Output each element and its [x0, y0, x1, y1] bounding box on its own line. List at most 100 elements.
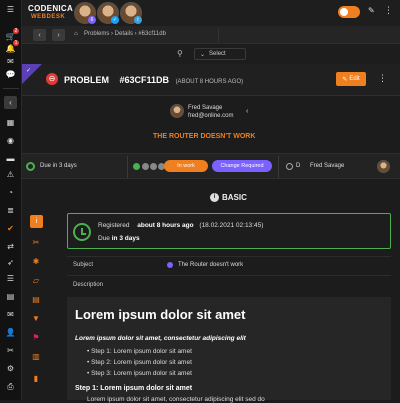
- due-value: in 3 days: [111, 235, 140, 242]
- chevron-down-icon: ⌄: [200, 51, 206, 58]
- progress-dot: [133, 163, 140, 170]
- divider: [127, 156, 128, 178]
- assignee-email: fred@online.com: [188, 113, 234, 119]
- print-icon[interactable]: ⎙: [4, 380, 17, 393]
- filter-tab-icon[interactable]: ▼: [30, 312, 42, 324]
- assignee-name: Fred Savage: [188, 105, 223, 111]
- status-label: In work: [177, 163, 195, 169]
- pin-icon: ⌂: [74, 31, 78, 37]
- status-row: Due in 3 days In work Change Required D …: [22, 153, 400, 179]
- bell-badge: 1: [13, 40, 19, 46]
- divider: [278, 156, 279, 178]
- transfer-icon[interactable]: ⇄: [4, 240, 17, 253]
- building-icon[interactable]: ▦: [4, 116, 17, 129]
- due-clock-icon: [26, 162, 35, 171]
- chevron-left-icon[interactable]: ‹: [246, 108, 248, 115]
- info-tab-icon[interactable]: i: [30, 215, 43, 228]
- back-button[interactable]: ‹: [33, 29, 46, 41]
- avatar: [170, 104, 184, 118]
- divider: [67, 275, 391, 276]
- clock-icon: [73, 223, 91, 241]
- progress-dot: [150, 163, 157, 170]
- chat-icon[interactable]: 💬: [4, 68, 17, 81]
- registered-ago: about 8 hours ago: [137, 222, 194, 229]
- status-badge[interactable]: In work: [164, 160, 208, 172]
- no-entry-icon: ⊖: [46, 73, 58, 85]
- page-title: PROBLEM #63CF11DB (ABOUT 8 HOURS AGO): [64, 75, 243, 85]
- flag-tab-icon[interactable]: ⚑: [30, 331, 42, 343]
- forward-button[interactable]: ›: [52, 29, 65, 41]
- description-step: • Step 2: Lorem ipsum dolor sit amet: [87, 359, 192, 366]
- top-bar: CODENICA WEBDESK 6 ✓ t ✎ ⋮: [22, 0, 400, 26]
- user-icon[interactable]: 👤: [4, 326, 17, 339]
- description-step: • Step 3: Lorem ipsum dolor sit amet: [87, 370, 192, 377]
- folder-icon[interactable]: ▬: [4, 152, 17, 165]
- problem-header: ✓ ⊖ PROBLEM #63CF11DB (ABOUT 8 HOURS AGO…: [22, 64, 400, 96]
- left-rail: ☰ 🛒 2 🔔 1 ✉ 💬 ‹ ▦ ◉ ▬ ⚠ ◔ ≣ ✔ ⇄ ➶ ☰ ▤ ✉ …: [0, 0, 22, 400]
- registered-label: Registered: [98, 222, 130, 229]
- description-step: • Step 1: Lorem ipsum dolor sit amet: [87, 348, 192, 355]
- edit-button[interactable]: ✎ Edit: [336, 72, 366, 86]
- substatus-badge[interactable]: Change Required: [212, 160, 272, 172]
- problem-id: #63CF11DB: [119, 75, 170, 85]
- task-check-icon[interactable]: ✔: [4, 222, 17, 235]
- cart-badge: 2: [13, 28, 19, 34]
- theme-toggle[interactable]: [338, 6, 360, 18]
- subject-value: The Router doesn't work: [178, 262, 244, 268]
- message-icon[interactable]: ✉: [4, 308, 17, 321]
- mail-icon[interactable]: ✉: [4, 55, 17, 68]
- problem-type: PROBLEM: [64, 75, 109, 85]
- due-line: Due in 3 days: [98, 235, 140, 242]
- subject-label: Subject: [73, 262, 94, 268]
- dashboard-icon[interactable]: ◉: [4, 134, 17, 147]
- select-label: Select: [209, 51, 226, 57]
- gauge-icon[interactable]: ◔: [4, 186, 17, 199]
- section-title: BASIC: [222, 193, 247, 202]
- breadcrumb[interactable]: Problems › Details › #63cf11db: [84, 31, 166, 37]
- calendar-icon[interactable]: ▤: [4, 290, 17, 303]
- owner-short: D: [296, 163, 301, 169]
- more-icon[interactable]: ⋮: [378, 73, 387, 84]
- settings-icon[interactable]: ⚙: [4, 362, 17, 375]
- nav-bar: ‹ › ⌂ Problems › Details › #63cf11db: [22, 26, 400, 44]
- registered-date: (18.02.2021 02:13:45): [199, 222, 264, 229]
- more-icon[interactable]: ⋮: [384, 5, 393, 16]
- brush-icon[interactable]: ✎: [368, 6, 375, 15]
- description-label: Description: [73, 282, 104, 288]
- info-icon: i: [210, 193, 219, 202]
- document-tab-icon[interactable]: ▤: [30, 293, 42, 305]
- collapse-icon[interactable]: ‹: [4, 96, 17, 109]
- list-icon[interactable]: ≣: [4, 204, 17, 217]
- tools-tab-icon[interactable]: ✂: [30, 236, 42, 248]
- description-heading: Lorem ipsum dolor sit amet: [75, 307, 246, 322]
- book-tab-icon[interactable]: ▮: [30, 372, 42, 384]
- tools-icon[interactable]: ✂: [4, 344, 17, 357]
- target-icon: [286, 163, 293, 170]
- corner-flag: [22, 64, 42, 84]
- rail-divider: [3, 88, 19, 89]
- pencil-icon: ✎: [342, 76, 348, 83]
- hamburger-menu-icon[interactable]: ☰: [4, 3, 17, 16]
- chart-tab-icon[interactable]: ▥: [30, 350, 42, 362]
- edit-label: Edit: [349, 76, 360, 82]
- problem-age: (ABOUT 8 HOURS AGO): [175, 79, 244, 85]
- stack-icon[interactable]: ☰: [4, 272, 17, 285]
- check-icon: ✓: [26, 68, 32, 74]
- rocket-icon[interactable]: ➶: [4, 256, 17, 269]
- select-dropdown[interactable]: ⌄ Select: [194, 48, 246, 60]
- brand-name: CODENICA: [28, 4, 74, 13]
- select-bar: ⚲ ⌄ Select: [22, 44, 400, 64]
- registered-card: Registered about 8 hours ago (18.02.2021…: [67, 213, 391, 249]
- description-lead: Lorem ipsum dolor sit amet, consectetur …: [75, 335, 246, 342]
- due-text: Due in 3 days: [40, 163, 77, 169]
- network-tab-icon[interactable]: ✱: [30, 255, 42, 267]
- due-label: Due: [98, 235, 110, 242]
- avatar-badge: ✓: [111, 16, 119, 24]
- divider: [218, 28, 219, 42]
- alert-icon[interactable]: ⚠: [4, 168, 17, 181]
- description-subheading: Step 1: Lorem ipsum dolor sit amet: [75, 385, 193, 392]
- subject-dot: [167, 262, 173, 268]
- pin-icon[interactable]: ⚲: [177, 49, 183, 58]
- layers-tab-icon[interactable]: ▱: [30, 274, 42, 286]
- brand-subtitle: WEBDESK: [31, 14, 66, 20]
